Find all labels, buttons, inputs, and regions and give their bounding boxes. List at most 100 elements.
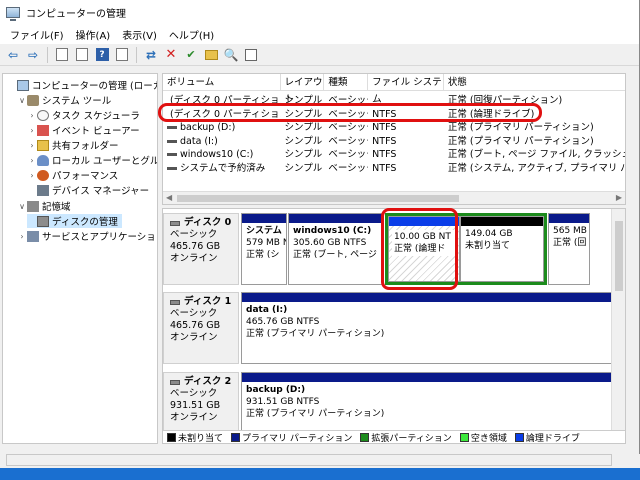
partition[interactable]: 149.04 GB 未割り当て <box>460 216 544 282</box>
expand-chevron-icon[interactable]: › <box>27 111 37 120</box>
connect-button[interactable]: ⇄ <box>142 46 160 64</box>
volume-cell-text: システムで予約済み <box>180 162 266 174</box>
volume-cell-text: 正常 (ブート, ページ ファイル, クラッシュ ダンプ, プライ <box>447 149 625 160</box>
tree-device-manager[interactable]: デバイス マネージャー <box>27 183 149 197</box>
tree-storage[interactable]: ∨ 記憶域 <box>17 199 71 213</box>
volume-row[interactable]: windows10 (C:) シンプルベーシック NTFS 正常 (ブート, ページ … <box>163 148 625 161</box>
partition[interactable]: windows10 (C:) 305.60 GB NTFS 正常 (ブート, ページ… <box>288 213 384 285</box>
disk-name-text: ディスク 1 <box>184 296 232 307</box>
tree-task-scheduler[interactable]: › タスク スケジューラ <box>27 108 140 122</box>
menu-item-1[interactable]: 操作(A) <box>70 27 117 42</box>
column-header[interactable]: ファイル システム <box>368 74 444 105</box>
expand-chevron-icon[interactable]: › <box>27 156 37 165</box>
disk-view-vscrollbar[interactable] <box>611 209 625 431</box>
disk-name: ディスク 0 <box>170 217 232 229</box>
column-header[interactable]: レイアウト <box>281 74 325 105</box>
expand-chevron-icon[interactable]: › <box>27 141 37 150</box>
view-button[interactable] <box>113 46 131 64</box>
partition[interactable]: 565 MB 正常 (回 <box>548 213 590 285</box>
legend-label: プライマリ パーティション <box>242 433 353 444</box>
volume-cell: シンプル <box>281 162 325 175</box>
volume-row[interactable]: (ディスク 0 パーティション 3)シンプルベーシック 正常 (回復パーティション… <box>163 94 625 107</box>
legend-swatch <box>231 432 241 442</box>
volume-cell-text: NTFS <box>372 135 397 147</box>
expand-chevron-icon[interactable]: › <box>27 171 37 180</box>
volume-cell: (ディスク 0 パーティション 4) <box>163 108 281 121</box>
volume-cell-text: NTFS <box>372 162 397 174</box>
tree-shared-folders[interactable]: › 共有フォルダー <box>27 138 119 152</box>
legend-item: プライマリ パーティション <box>231 431 353 444</box>
menu-item-2[interactable]: 表示(V) <box>116 27 163 42</box>
up-folder-button[interactable] <box>53 46 71 64</box>
partition-line: 305.60 GB NTFS <box>293 238 367 248</box>
vscroll-thumb[interactable] <box>615 221 623 291</box>
volume-cell: NTFS <box>368 162 444 175</box>
search-button[interactable]: 🔍 <box>222 46 240 64</box>
volume-icon <box>167 139 177 143</box>
partition-color-bar <box>242 373 612 382</box>
volume-row[interactable]: data (I:) シンプルベーシック NTFS 正常 (プライマリ パーティション) <box>163 135 625 148</box>
properties-icon <box>245 48 257 61</box>
disk-label[interactable]: ディスク 1 ベーシック 465.76 GB オンライン <box>163 292 239 364</box>
partition[interactable]: 10.00 GB NT 正常 (論理ド <box>388 216 460 282</box>
tree-performance[interactable]: › パフォーマンス <box>27 168 118 182</box>
legend-swatch <box>514 432 524 442</box>
forward-arrow-button[interactable]: ⇨ <box>24 46 42 64</box>
tree-event-viewer[interactable]: › イベント ビューアー <box>27 123 140 137</box>
tree-label: タスク スケジューラ <box>52 111 140 122</box>
show-hide-tree-button[interactable] <box>73 46 91 64</box>
back-arrow-button[interactable]: ⇦ <box>4 46 22 64</box>
partition-text: data (I:) 465.76 GB NTFS 正常 (プライマリ パーティション… <box>242 302 612 342</box>
tree-label: 共有フォルダー <box>52 141 119 152</box>
check-button[interactable]: ✔ <box>182 46 200 64</box>
folder-up-button[interactable] <box>202 46 220 64</box>
tree-label: コンピューターの管理 (ローカル) <box>32 81 157 92</box>
volume-cell: NTFS <box>368 121 444 134</box>
legend-label: 空き領域 <box>470 433 507 444</box>
tree-label: システム ツール <box>42 96 112 107</box>
properties-button[interactable] <box>242 46 260 64</box>
tree-root[interactable]: コンピューターの管理 (ローカル) <box>7 78 157 92</box>
volume-row[interactable]: backup (D:) シンプルベーシック NTFS 正常 (プライマリ パーティショ… <box>163 121 625 134</box>
partition-strip: data (I:) 465.76 GB NTFS 正常 (プライマリ パーティション… <box>241 292 614 364</box>
tree-system-tools[interactable]: ∨ システム ツール <box>17 93 111 107</box>
volume-cell-text: NTFS <box>372 122 397 133</box>
disk-type: ベーシック <box>170 308 218 319</box>
scroll-left-icon[interactable]: ◀ <box>166 193 172 202</box>
tree-disk-management[interactable]: ディスクの管理 <box>27 214 122 228</box>
partition[interactable]: data (I:) 465.76 GB NTFS 正常 (プライマリ パーティション… <box>241 292 613 364</box>
legend-item: 論理ドライブ <box>514 431 580 443</box>
disk-name-text: ディスク 2 <box>184 376 232 387</box>
hscroll-thumb[interactable] <box>177 195 459 202</box>
volume-cell-text: ベーシック <box>328 149 368 160</box>
right-pane: ボリュームレイアウト種類ファイル システム状態 (ディスク 0 パーティション … <box>162 73 626 444</box>
volume-cell-text: windows10 (C:) <box>180 149 254 160</box>
task-scheduler-icon <box>37 109 49 121</box>
expand-chevron-icon[interactable]: › <box>27 126 37 135</box>
connect-icon: ⇄ <box>145 47 157 62</box>
volume-cell-text: backup (D:) <box>180 122 236 133</box>
help-button[interactable]: ? <box>93 46 111 64</box>
expand-chevron-icon[interactable]: › <box>17 232 27 241</box>
column-header[interactable]: 状態 <box>444 74 625 90</box>
partition[interactable]: システム 579 MB N 正常 (シ <box>241 213 287 285</box>
tree-services-apps[interactable]: › サービスとアプリケーション <box>17 229 157 243</box>
tree-local-users[interactable]: › ローカル ユーザーとグループ <box>27 153 157 167</box>
volume-row[interactable]: (ディスク 0 パーティション 4)シンプルベーシック NTFS 正常 (論理ドライ… <box>163 108 625 121</box>
volume-cell: 正常 (プライマリ パーティション) <box>444 121 625 134</box>
disk-size: 465.76 GB <box>170 241 221 252</box>
expand-chevron-icon[interactable]: ∨ <box>17 96 27 105</box>
extended-partition[interactable]: 10.00 GB NT 正常 (論理ド 149.04 GB 未割り当て <box>385 213 547 285</box>
disk-label[interactable]: ディスク 0 ベーシック 465.76 GB オンライン <box>163 213 239 285</box>
scroll-right-icon[interactable]: ▶ <box>616 193 622 202</box>
column-header[interactable]: ボリューム <box>163 74 281 90</box>
volume-list-hscrollbar[interactable]: ◀ ▶ <box>163 191 625 204</box>
delete-button[interactable]: ✕ <box>162 46 180 64</box>
column-header[interactable]: 種類 <box>324 74 369 90</box>
disk-row: ディスク 0 ベーシック 465.76 GB オンライン システム 579 MB N 正常 … <box>163 213 613 285</box>
back-arrow-icon: ⇦ <box>7 47 19 62</box>
menu-item-0[interactable]: ファイル(F) <box>4 27 70 42</box>
volume-row[interactable]: システムで予約済み シンプルベーシック NTFS 正常 (システム, アクティブ, プ… <box>163 162 625 175</box>
menu-item-3[interactable]: ヘルプ(H) <box>163 27 220 42</box>
expand-chevron-icon[interactable]: ∨ <box>17 202 27 211</box>
